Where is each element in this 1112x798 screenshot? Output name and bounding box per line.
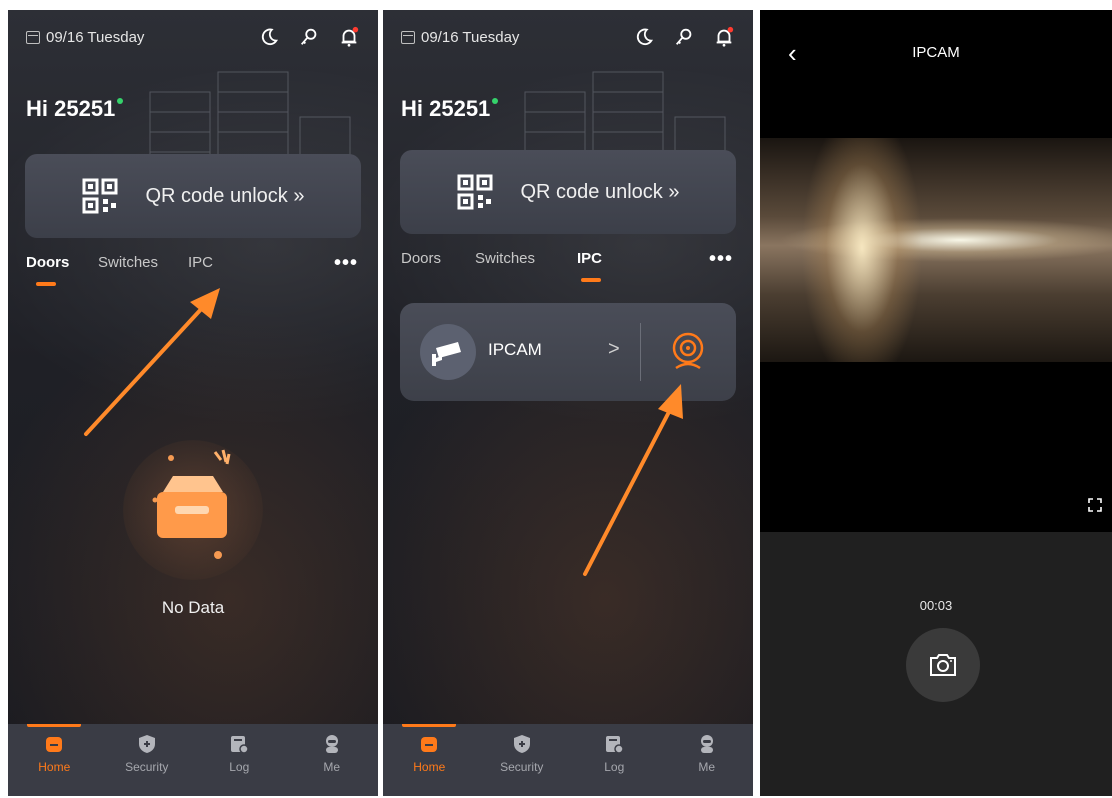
log-icon xyxy=(231,736,249,754)
date-display: 09/16 Tuesday xyxy=(401,29,519,46)
calendar-icon xyxy=(401,30,415,44)
no-data-text: No Data xyxy=(161,598,225,617)
device-detail-chevron[interactable]: > xyxy=(608,338,620,361)
bell-icon[interactable] xyxy=(713,26,735,48)
qr-code-unlock-label: QR code unlock » xyxy=(145,184,305,207)
camera-icon xyxy=(930,654,956,676)
home-icon xyxy=(421,737,438,752)
ipc-device-card[interactable]: IPCAM > xyxy=(400,303,736,401)
tab-doors[interactable]: Doors xyxy=(26,254,69,271)
empty-box-illustration xyxy=(123,440,263,580)
greeting-text: Hi 25251 xyxy=(26,96,116,121)
more-options-button[interactable]: ••• xyxy=(334,252,358,275)
online-status-dot xyxy=(117,98,124,104)
nav-log-label: Log xyxy=(604,760,625,774)
nav-home[interactable]: Home xyxy=(383,724,476,796)
device-avatar xyxy=(420,324,476,380)
card-divider xyxy=(640,323,641,381)
empty-state: No Data xyxy=(8,440,378,618)
live-video-feed[interactable] xyxy=(760,138,1112,362)
recording-timer: 00:03 xyxy=(919,598,953,613)
greeting: Hi 25251 xyxy=(26,96,124,122)
active-nav-indicator xyxy=(27,724,82,727)
bottom-navigation: Home Security Log Me xyxy=(8,724,378,796)
tab-switches[interactable]: Switches xyxy=(475,250,535,267)
greeting: Hi 25251 xyxy=(401,96,499,122)
active-nav-indicator xyxy=(402,724,457,727)
top-bar: 09/16 Tuesday xyxy=(401,22,735,52)
moon-icon[interactable] xyxy=(258,26,280,48)
tab-ipc[interactable]: IPC xyxy=(577,250,602,267)
empty-box-icon xyxy=(152,449,231,559)
nav-home[interactable]: Home xyxy=(8,724,101,796)
nav-security[interactable]: Security xyxy=(476,724,569,796)
qr-code-unlock-button[interactable]: QR code unlock » xyxy=(25,154,361,238)
viewer-header: ‹ IPCAM xyxy=(760,40,1112,70)
bottom-navigation: Home Security Log Me xyxy=(383,724,753,796)
greeting-text: Hi 25251 xyxy=(401,96,491,121)
shield-icon xyxy=(138,735,155,753)
user-icon xyxy=(325,735,338,753)
tab-switches[interactable]: Switches xyxy=(98,254,158,271)
qr-code-unlock-button[interactable]: QR code unlock » xyxy=(400,150,736,234)
category-tabs: Doors Switches IPC ••• xyxy=(26,252,360,304)
nav-log-label: Log xyxy=(229,760,250,774)
nav-me[interactable]: Me xyxy=(661,724,754,796)
active-tab-indicator xyxy=(581,278,601,282)
more-options-button[interactable]: ••• xyxy=(709,248,733,271)
fullscreen-icon[interactable] xyxy=(1088,498,1102,512)
top-bar: 09/16 Tuesday xyxy=(26,22,360,52)
viewer-title: IPCAM xyxy=(912,44,960,61)
home-screen-ipc: 09/16 Tuesday Hi 25251 QR code unlock » … xyxy=(383,10,753,796)
nav-home-label: Home xyxy=(38,760,71,774)
control-panel: 00:03 xyxy=(760,532,1112,796)
moon-icon[interactable] xyxy=(633,26,655,48)
nav-home-label: Home xyxy=(413,760,446,774)
qr-code-icon xyxy=(82,178,117,214)
nav-security[interactable]: Security xyxy=(101,724,194,796)
nav-log[interactable]: Log xyxy=(193,724,286,796)
home-screen-doors: 09/16 Tuesday Hi 25251 QR code unlock » … xyxy=(8,10,378,796)
snapshot-button[interactable] xyxy=(906,628,980,702)
device-name: IPCAM xyxy=(488,340,542,359)
log-icon xyxy=(606,736,624,754)
qr-code-icon xyxy=(457,174,492,210)
live-view-camera-icon[interactable] xyxy=(668,330,708,374)
camera-viewer-screen: ‹ IPCAM 00:03 xyxy=(760,10,1112,796)
nav-me[interactable]: Me xyxy=(286,724,379,796)
shield-icon xyxy=(513,735,530,753)
nav-me-label: Me xyxy=(698,760,716,774)
key-icon[interactable] xyxy=(673,26,695,48)
security-camera-icon xyxy=(432,342,461,366)
date-display: 09/16 Tuesday xyxy=(26,29,144,46)
online-status-dot xyxy=(492,98,499,104)
bell-icon[interactable] xyxy=(338,26,360,48)
category-tabs: Doors Switches IPC ••• xyxy=(401,248,735,300)
key-icon[interactable] xyxy=(298,26,320,48)
tab-doors[interactable]: Doors xyxy=(401,250,441,267)
nav-security-label: Security xyxy=(500,760,544,774)
nav-log[interactable]: Log xyxy=(568,724,661,796)
active-tab-indicator xyxy=(36,282,56,286)
calendar-icon xyxy=(26,30,40,44)
nav-me-label: Me xyxy=(323,760,341,774)
tab-ipc[interactable]: IPC xyxy=(188,254,213,271)
home-icon xyxy=(46,737,63,752)
date-text: 09/16 Tuesday xyxy=(46,28,145,46)
nav-security-label: Security xyxy=(125,760,169,774)
qr-code-unlock-label: QR code unlock » xyxy=(520,180,680,203)
user-icon xyxy=(700,735,713,753)
date-text: 09/16 Tuesday xyxy=(421,28,520,46)
